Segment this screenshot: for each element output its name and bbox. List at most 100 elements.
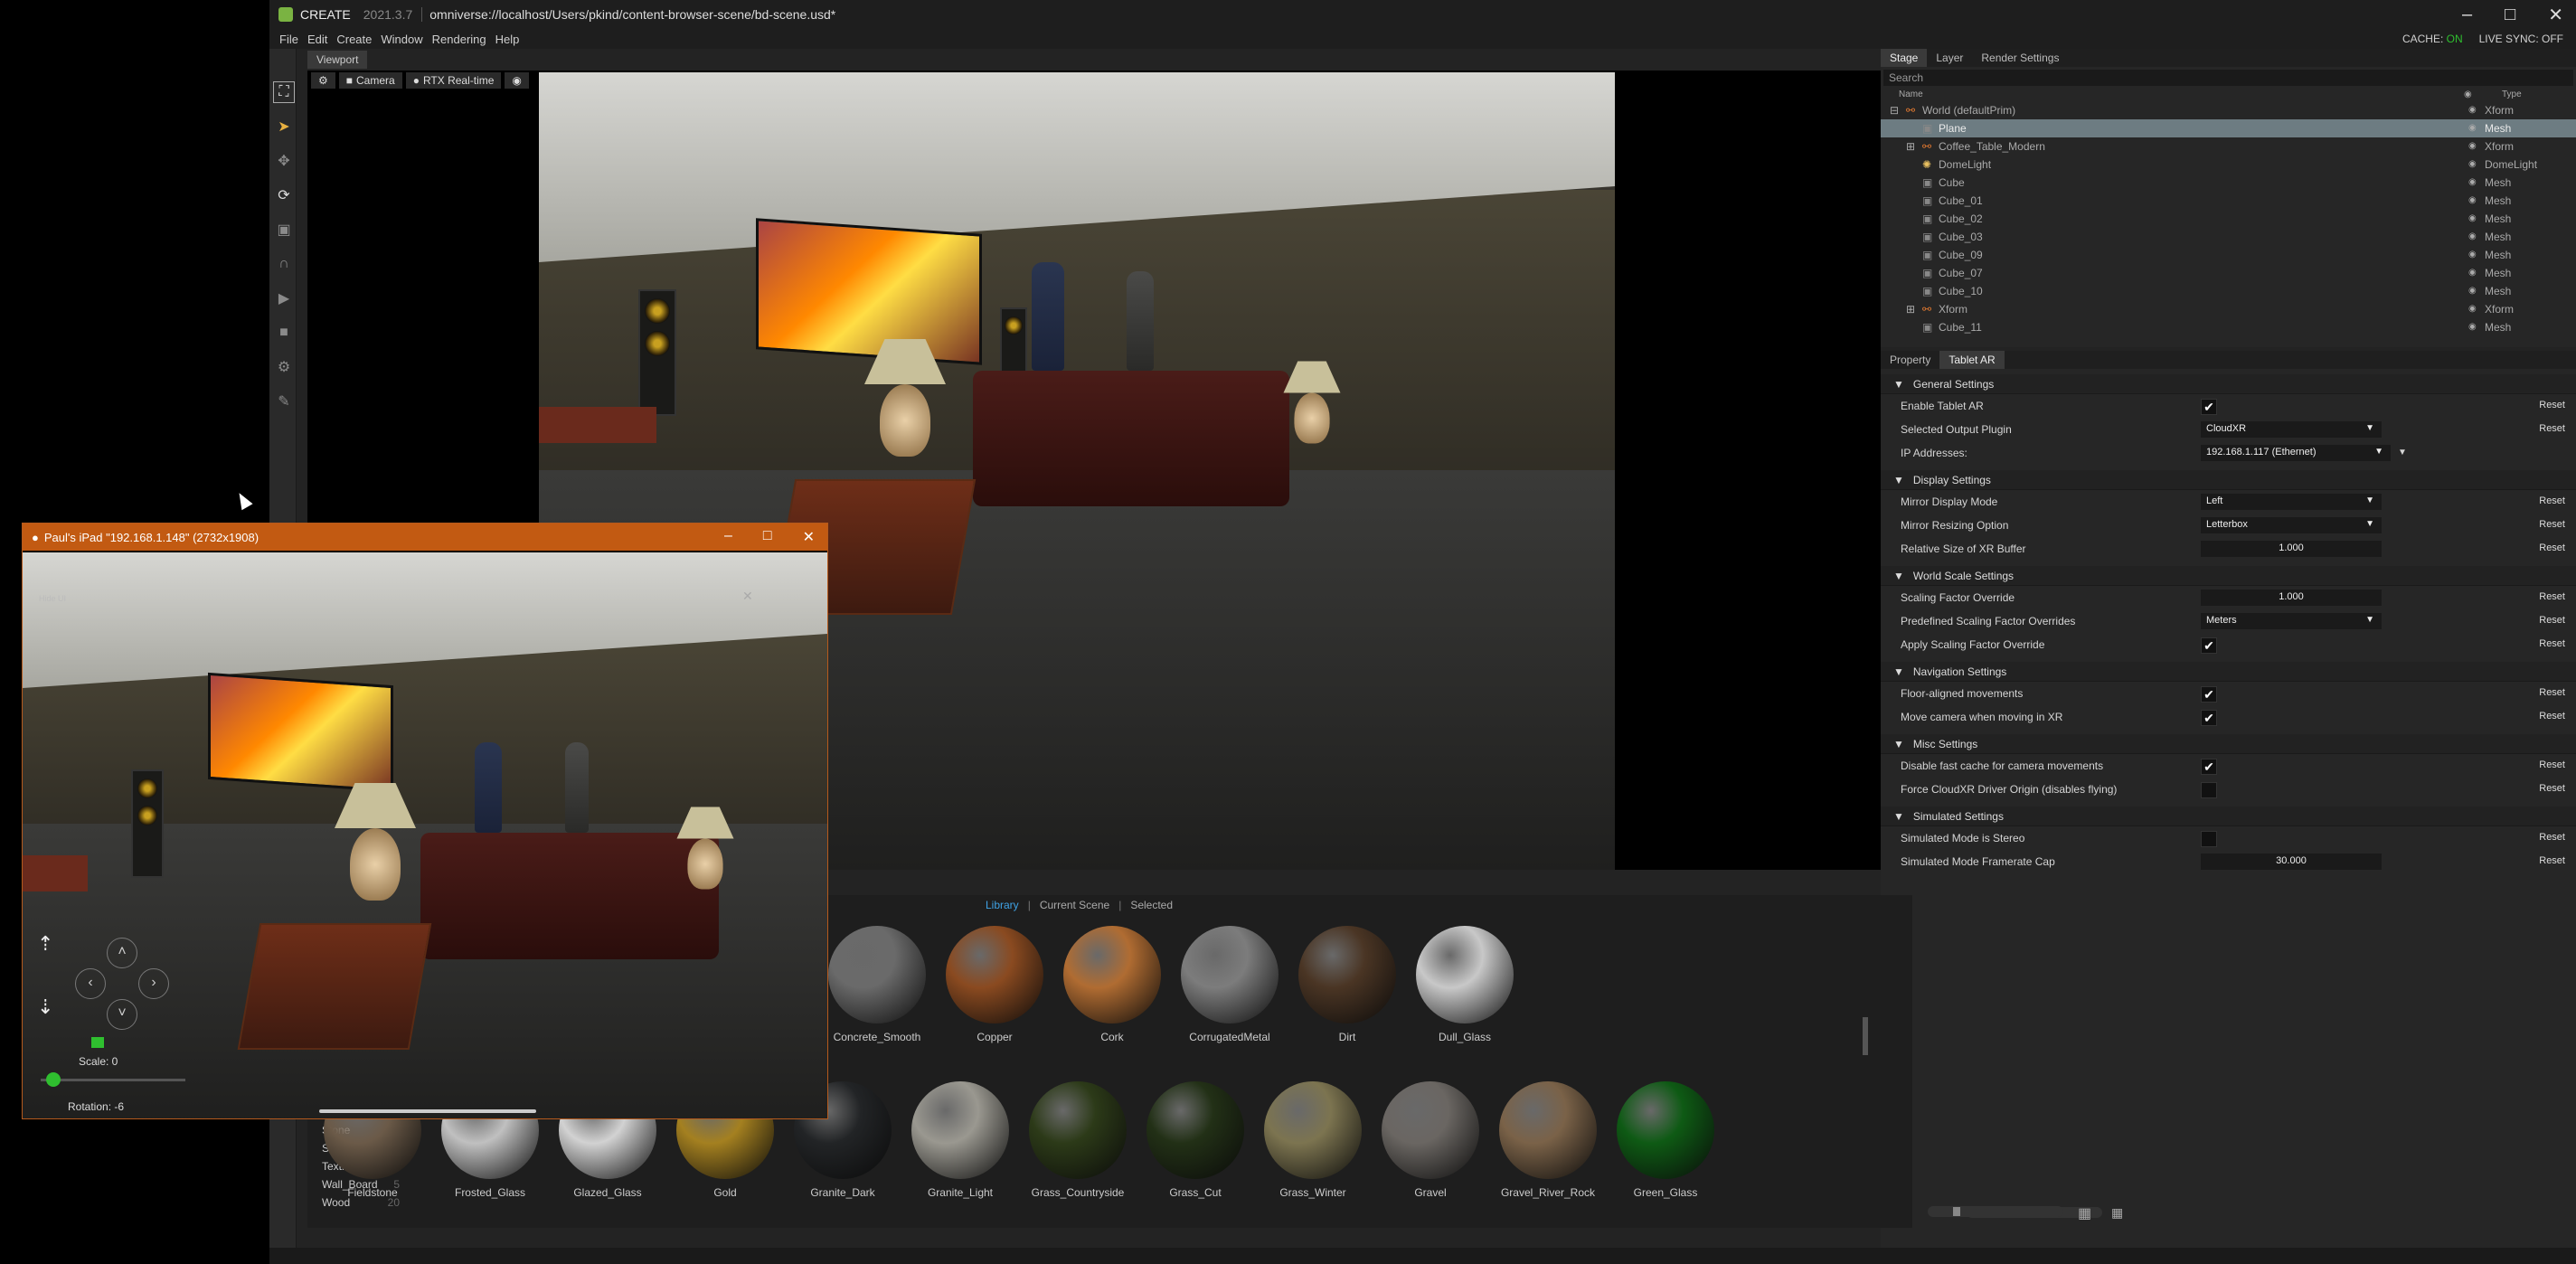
- viewport-settings-button[interactable]: ⚙: [311, 72, 335, 89]
- camera-button[interactable]: ■ Camera: [338, 72, 402, 89]
- material-thumbnail[interactable]: Grass_Countryside: [1024, 1081, 1132, 1199]
- material-thumbnail[interactable]: Green_Glass: [1611, 1081, 1720, 1199]
- close-icon[interactable]: ✕: [803, 528, 815, 546]
- reset-button[interactable]: Reset: [2539, 400, 2565, 410]
- hide-ui-button[interactable]: Hide UI: [39, 594, 66, 603]
- settings-section-header[interactable]: ▼ General Settings: [1881, 374, 2576, 394]
- tab-stage[interactable]: Stage: [1881, 49, 1928, 67]
- tree-row[interactable]: ▣ Cube_02 ◉ Mesh: [1881, 210, 2576, 228]
- visibility-eye-icon[interactable]: ◉: [2468, 264, 2477, 282]
- close-overlay-icon[interactable]: ✕: [742, 589, 753, 604]
- visibility-eye-icon[interactable]: ◉: [2468, 192, 2477, 210]
- nav-left-button[interactable]: ‹: [75, 968, 106, 999]
- reset-button[interactable]: Reset: [2539, 711, 2565, 722]
- setting-dropdown[interactable]: Meters ▼: [2201, 613, 2382, 629]
- move-down-icon[interactable]: ⇣: [37, 995, 53, 1019]
- nav-right-button[interactable]: ›: [138, 968, 169, 999]
- menu-rendering[interactable]: Rendering: [428, 33, 491, 46]
- tree-expander[interactable]: ⊞: [1906, 137, 1915, 156]
- reset-button[interactable]: Reset: [2539, 495, 2565, 506]
- tree-row[interactable]: ⊞ ⚯ Coffee_Table_Modern ◉ Xform: [1881, 137, 2576, 156]
- setting-number-field[interactable]: 1.000: [2201, 590, 2382, 606]
- snap-icon[interactable]: ∩: [273, 253, 295, 275]
- visibility-eye-icon[interactable]: ◉: [2468, 300, 2477, 318]
- material-thumbnail[interactable]: Grass_Winter: [1259, 1081, 1367, 1199]
- chevron-down-icon[interactable]: ▼: [2398, 448, 2407, 457]
- stop-icon[interactable]: ■: [273, 322, 295, 344]
- collapse-triangle-icon[interactable]: ▼: [1893, 378, 1904, 391]
- setting-dropdown[interactable]: Letterbox ▼: [2201, 517, 2382, 533]
- setting-checkbox[interactable]: ✔: [2201, 759, 2217, 775]
- tree-row[interactable]: ⊞ ⚯ Xform ◉ Xform: [1881, 300, 2576, 318]
- scale-slider[interactable]: [41, 1079, 185, 1081]
- reset-button[interactable]: Reset: [2539, 855, 2565, 866]
- tree-row[interactable]: ▣ Cube_09 ◉ Mesh: [1881, 246, 2576, 264]
- grid-view-icon[interactable]: ▦: [2111, 1205, 2128, 1220]
- tree-row[interactable]: ✺ DomeLight ◉ DomeLight: [1881, 156, 2576, 174]
- thumbnail-size-slider[interactable]: [1928, 1206, 2063, 1217]
- minimize-icon[interactable]: –: [724, 528, 732, 546]
- live-sync-status[interactable]: LIVE SYNC: OFF: [2479, 33, 2563, 45]
- collapse-triangle-icon[interactable]: ▼: [1893, 570, 1904, 582]
- collapse-triangle-icon[interactable]: ▼: [1893, 738, 1904, 750]
- visibility-eye-icon[interactable]: ◉: [2468, 174, 2477, 192]
- setting-dropdown[interactable]: CloudXR ▼: [2201, 421, 2382, 438]
- material-thumbnail[interactable]: Cork: [1058, 926, 1166, 1043]
- settings-section-header[interactable]: ▼ Simulated Settings: [1881, 807, 2576, 826]
- material-thumbnail[interactable]: Grass_Cut: [1141, 1081, 1250, 1199]
- reset-button[interactable]: Reset: [2539, 783, 2565, 794]
- tree-row[interactable]: ▣ Plane ◉ Mesh: [1881, 119, 2576, 137]
- collapse-triangle-icon[interactable]: ▼: [1893, 665, 1904, 678]
- close-icon[interactable]: ✕: [2548, 4, 2563, 26]
- setting-checkbox[interactable]: ✔: [2201, 710, 2217, 726]
- tree-row[interactable]: ▣ Cube_03 ◉ Mesh: [1881, 228, 2576, 246]
- rotate-icon[interactable]: ⟳: [273, 184, 295, 206]
- tree-row[interactable]: ⊟ ⚯ World (defaultPrim) ◉ Xform: [1881, 101, 2576, 119]
- measure-icon[interactable]: ✎: [273, 391, 295, 412]
- nav-down-button[interactable]: ˅: [107, 999, 137, 1030]
- reset-button[interactable]: Reset: [2539, 519, 2565, 530]
- tab-render-settings[interactable]: Render Settings: [1972, 49, 2068, 67]
- reset-button[interactable]: Reset: [2539, 542, 2565, 553]
- tree-expander[interactable]: ⊟: [1890, 101, 1899, 119]
- minimize-icon[interactable]: –: [2462, 5, 2472, 25]
- settings-section-header[interactable]: ▼ Navigation Settings: [1881, 662, 2576, 682]
- visibility-eye-icon[interactable]: ◉: [2468, 156, 2477, 174]
- visibility-eye-icon[interactable]: ◉: [2468, 228, 2477, 246]
- reset-button[interactable]: Reset: [2539, 591, 2565, 602]
- scale-icon[interactable]: ▣: [273, 219, 295, 241]
- reset-button[interactable]: Reset: [2539, 423, 2565, 434]
- settings-section-header[interactable]: ▼ World Scale Settings: [1881, 566, 2576, 586]
- tree-row[interactable]: ▣ Cube_11 ◉ Mesh: [1881, 318, 2576, 336]
- tab-layer[interactable]: Layer: [1927, 49, 1972, 67]
- move-icon[interactable]: ✥: [273, 150, 295, 172]
- setting-dropdown[interactable]: 192.168.1.117 (Ethernet) ▼: [2201, 445, 2391, 461]
- reset-button[interactable]: Reset: [2539, 687, 2565, 698]
- setting-number-field[interactable]: 30.000: [2201, 854, 2382, 870]
- material-thumbnail[interactable]: CorrugatedMetal: [1175, 926, 1284, 1043]
- visibility-eye-icon[interactable]: ◉: [2468, 119, 2477, 137]
- column-type[interactable]: Type: [2502, 89, 2522, 101]
- material-thumbnail[interactable]: Granite_Light: [906, 1081, 1014, 1199]
- render-mode-button[interactable]: ● RTX Real-time: [405, 72, 502, 89]
- material-thumbnail[interactable]: Dull_Glass: [1411, 926, 1519, 1043]
- play-icon[interactable]: ▶: [273, 288, 295, 309]
- menu-window[interactable]: Window: [376, 33, 427, 46]
- visibility-eye-icon[interactable]: ◉: [2468, 210, 2477, 228]
- reset-button[interactable]: Reset: [2539, 638, 2565, 649]
- visibility-eye-icon[interactable]: ◉: [2468, 318, 2477, 336]
- tree-row[interactable]: ▣ Cube ◉ Mesh: [1881, 174, 2576, 192]
- select-mode-icon[interactable]: ⛶: [273, 81, 295, 103]
- tab-property[interactable]: Property: [1881, 351, 1939, 369]
- reset-button[interactable]: Reset: [2539, 759, 2565, 770]
- setting-dropdown[interactable]: Left ▼: [2201, 494, 2382, 510]
- visibility-eye-icon[interactable]: ◉: [2468, 137, 2477, 156]
- cache-status[interactable]: CACHE: ON: [2402, 33, 2463, 45]
- menu-file[interactable]: File: [275, 33, 303, 46]
- reset-button[interactable]: Reset: [2539, 615, 2565, 626]
- menu-edit[interactable]: Edit: [303, 33, 332, 46]
- tree-expander[interactable]: ⊞: [1906, 300, 1915, 318]
- grid-view-icon[interactable]: ▦: [2078, 1204, 2091, 1222]
- maximize-icon[interactable]: □: [763, 528, 772, 546]
- scale-slider-handle[interactable]: [46, 1072, 61, 1087]
